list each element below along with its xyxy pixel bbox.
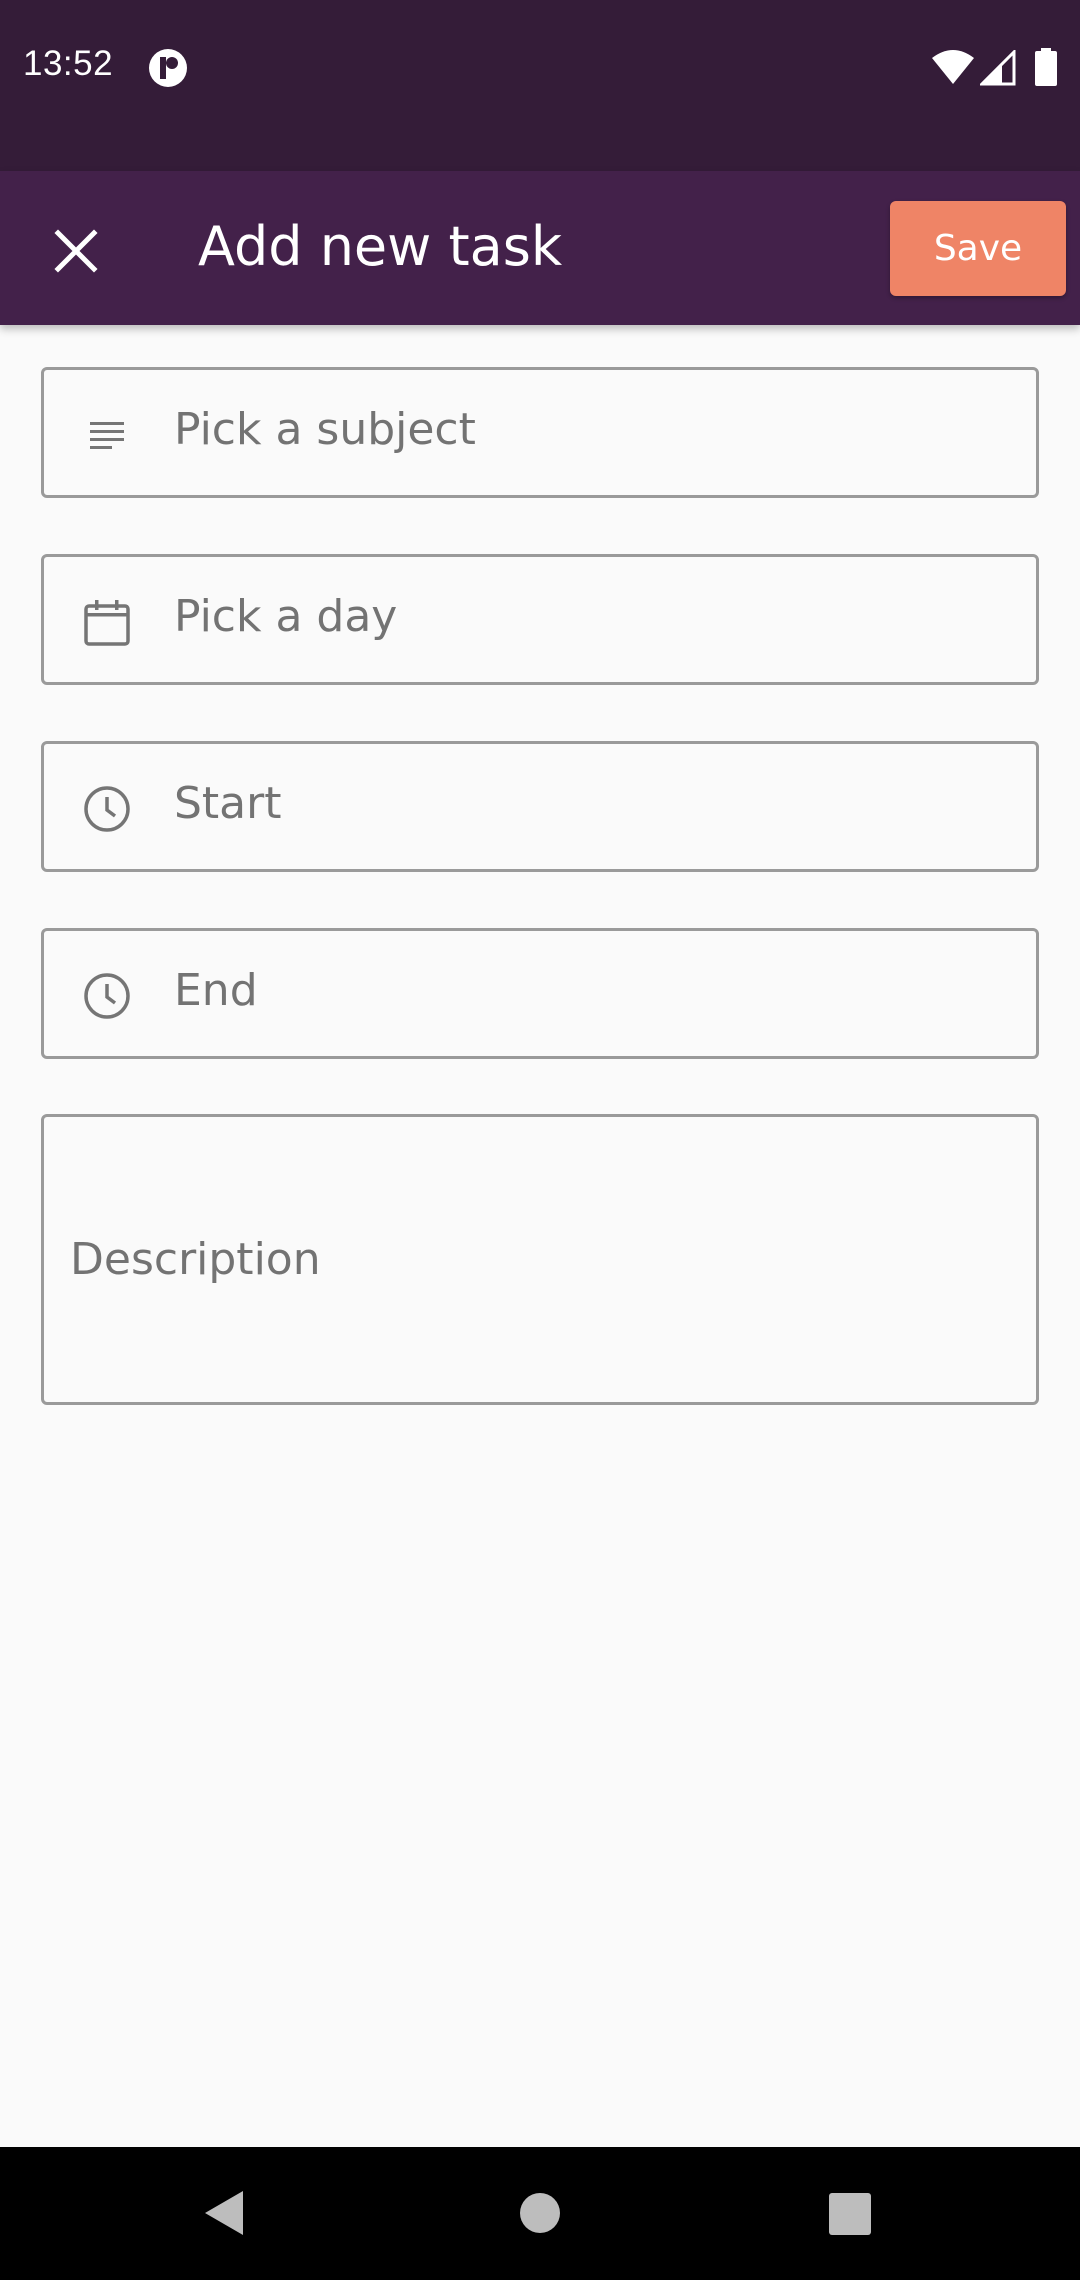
subject-lines-icon — [90, 422, 124, 449]
status-time: 13:52 — [23, 44, 114, 83]
app-bar: Add new task Save — [0, 171, 1080, 325]
app-notification-icon — [149, 49, 187, 87]
recents-icon[interactable] — [829, 2193, 871, 2235]
clock-icon — [84, 786, 130, 832]
home-icon[interactable] — [518, 2191, 562, 2235]
signal-icon — [980, 50, 1016, 86]
status-bar: 13:52 — [0, 0, 1080, 171]
start-time-field[interactable]: Start — [41, 741, 1039, 872]
navigation-bar — [0, 2147, 1080, 2280]
start-placeholder: Start — [174, 778, 282, 829]
end-placeholder: End — [174, 965, 258, 1016]
day-placeholder: Pick a day — [174, 591, 398, 642]
close-button[interactable] — [36, 211, 116, 291]
page-title: Add new task — [198, 215, 563, 278]
wifi-icon — [932, 50, 974, 84]
subject-field[interactable]: Pick a subject — [41, 367, 1039, 498]
battery-icon — [1035, 48, 1057, 86]
save-button[interactable]: Save — [890, 201, 1066, 296]
back-icon[interactable] — [203, 2189, 247, 2237]
calendar-icon — [84, 600, 130, 646]
subject-placeholder: Pick a subject — [174, 404, 476, 455]
clock-icon — [84, 973, 130, 1019]
close-icon — [54, 229, 98, 273]
description-placeholder: Description — [70, 1234, 321, 1285]
end-time-field[interactable]: End — [41, 928, 1039, 1059]
day-field[interactable]: Pick a day — [41, 554, 1039, 685]
description-field[interactable]: Description — [41, 1114, 1039, 1405]
